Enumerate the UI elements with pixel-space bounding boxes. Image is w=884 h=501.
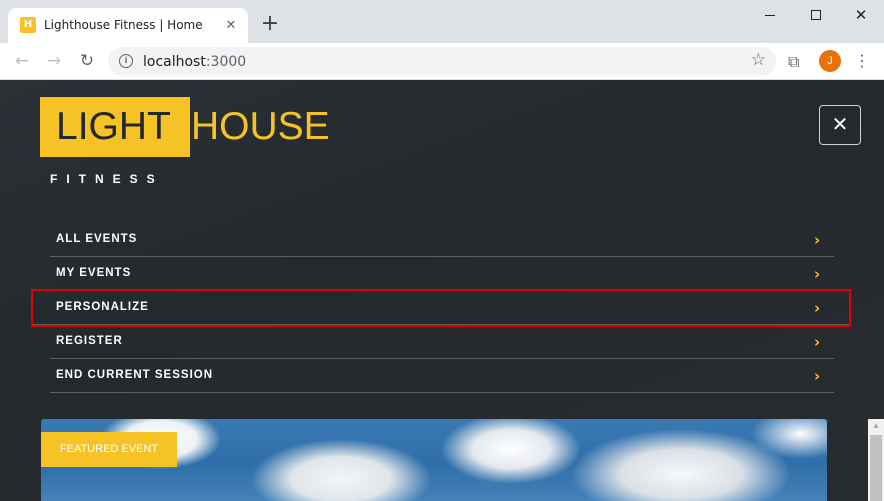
menu-item-my-events[interactable]: MY EVENTS › [50, 257, 834, 291]
page-content: LIGHT HOUSE FITNESS ✕ ALL EVENTS › MY EV… [0, 80, 884, 501]
browser-toolbar: ← → ↻ i localhost:3000 ☆ ⧉ J ⋮ [0, 43, 884, 80]
minimize-icon [765, 15, 775, 16]
tab-title: Lighthouse Fitness | Home [44, 18, 203, 32]
extensions-icon[interactable]: ⧉ [788, 52, 799, 72]
tab-close-icon[interactable]: ✕ [222, 16, 240, 34]
menu-item-personalize[interactable]: PERSONALIZE › [31, 289, 851, 327]
url-text[interactable]: localhost:3000 [143, 54, 246, 70]
menu-close-button[interactable]: ✕ [819, 105, 861, 145]
logo-subtitle: FITNESS [50, 172, 164, 186]
menu-item-label: END CURRENT SESSION [56, 369, 214, 381]
window-close-button[interactable]: ✕ [838, 0, 884, 32]
favicon-icon: H [20, 17, 36, 33]
scroll-up-icon[interactable]: ▲ [872, 421, 880, 430]
profile-avatar[interactable]: J [819, 50, 841, 72]
logo-house-text: HOUSE [191, 105, 330, 148]
scrollbar-thumb[interactable] [870, 435, 882, 501]
chevron-right-icon: › [814, 299, 821, 317]
bookmark-star-icon[interactable]: ☆ [751, 50, 766, 70]
chevron-right-icon: › [814, 231, 821, 249]
menu-item-label: MY EVENTS [56, 267, 132, 279]
logo-light-text: LIGHT [40, 97, 190, 157]
maximize-button[interactable] [793, 0, 839, 32]
menu-item-register[interactable]: REGISTER › [50, 325, 834, 359]
browser-tab[interactable]: H Lighthouse Fitness | Home ✕ [8, 8, 248, 43]
window-close-icon: ✕ [854, 6, 868, 24]
url-host: localhost [143, 54, 206, 70]
address-bar[interactable]: i localhost:3000 ☆ [108, 47, 776, 76]
chevron-right-icon: › [814, 333, 821, 351]
menu-item-label: ALL EVENTS [56, 233, 138, 245]
menu-item-label: PERSONALIZE [56, 301, 149, 313]
forward-button[interactable]: → [42, 49, 66, 73]
page-scrollbar[interactable]: ▲ [868, 419, 884, 501]
menu-item-all-events[interactable]: ALL EVENTS › [50, 223, 834, 257]
featured-event-badge: FEATURED EVENT [41, 432, 177, 467]
minimize-button[interactable] [747, 0, 793, 32]
menu-item-label: REGISTER [56, 335, 123, 347]
chevron-right-icon: › [814, 265, 821, 283]
nav-menu: ALL EVENTS › MY EVENTS › PERSONALIZE › R… [31, 223, 851, 393]
tab-strip: H Lighthouse Fitness | Home ✕ + ✕ [0, 0, 884, 43]
menu-item-end-session[interactable]: END CURRENT SESSION › [50, 359, 834, 393]
new-tab-button[interactable]: + [258, 13, 282, 37]
url-port: :3000 [205, 54, 247, 70]
featured-event-hero[interactable]: FEATURED EVENT [41, 419, 827, 501]
reload-button[interactable]: ↻ [75, 49, 99, 73]
site-info-icon[interactable]: i [119, 54, 133, 68]
maximize-icon [811, 10, 821, 20]
back-button[interactable]: ← [10, 49, 34, 73]
browser-menu-icon[interactable]: ⋮ [852, 50, 872, 72]
chevron-right-icon: › [814, 367, 821, 385]
